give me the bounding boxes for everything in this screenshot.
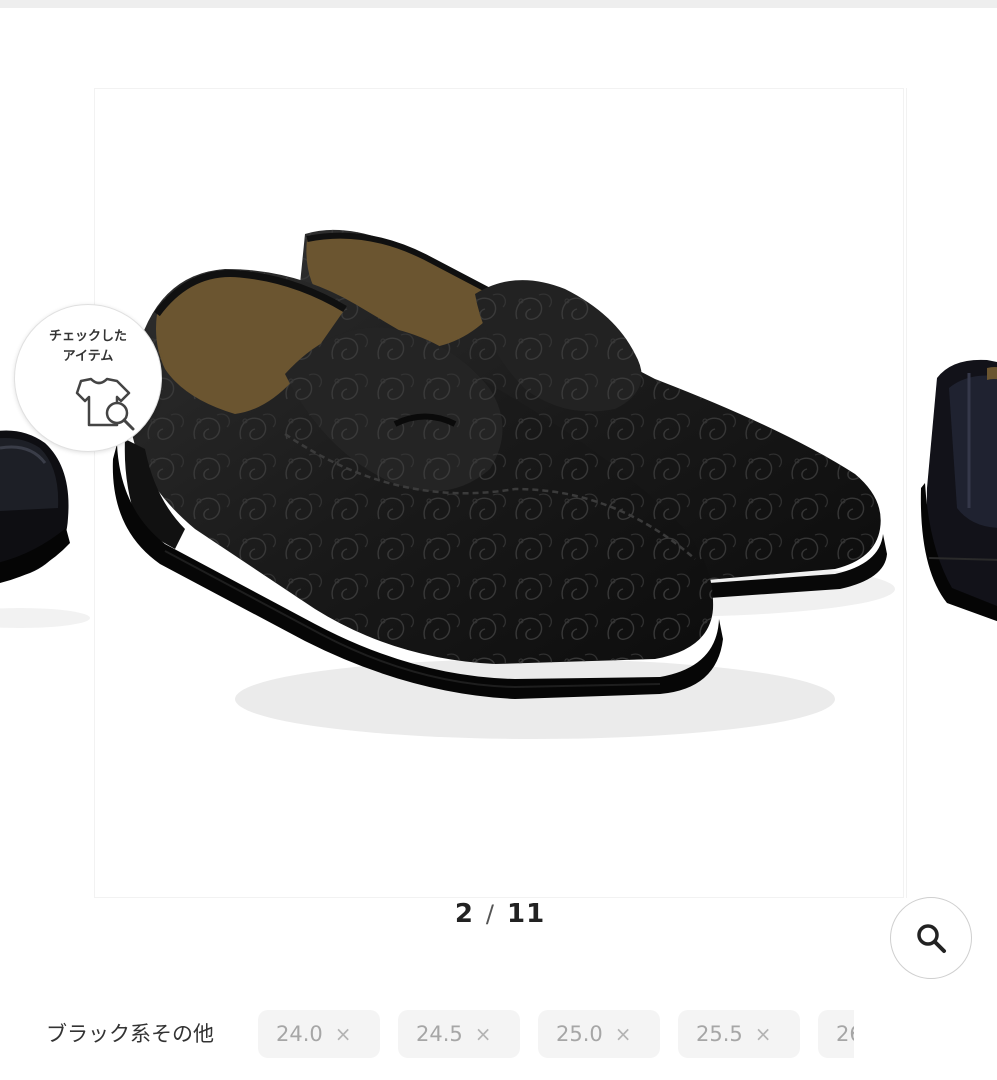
- magnifier-icon: [917, 924, 946, 953]
- size-label: 25.5: [696, 1022, 743, 1046]
- sold-out-mark-icon: ×: [614, 1022, 632, 1046]
- pager-separator: /: [485, 900, 495, 928]
- image-carousel[interactable]: チェックした アイテム: [0, 88, 997, 898]
- carousel-pager: 2 / 11: [420, 892, 580, 936]
- size-label: 26.0: [836, 1022, 854, 1046]
- color-name: ブラック系その他: [46, 1022, 214, 1046]
- tshirt-search-icon: [67, 377, 147, 439]
- checked-items-label: チェックした アイテム: [48, 329, 127, 364]
- size-chip-24-5[interactable]: 24.5 ×: [398, 1010, 520, 1058]
- previous-shoe-image: [0, 430, 90, 628]
- size-label: 24.5: [416, 1022, 463, 1046]
- zoom-button[interactable]: [890, 897, 972, 979]
- size-label: 24.0: [276, 1022, 323, 1046]
- size-chip-24-0[interactable]: 24.0 ×: [258, 1010, 380, 1058]
- size-chip-25-0[interactable]: 25.0 ×: [538, 1010, 660, 1058]
- loafer-image: [112, 229, 895, 739]
- size-chip-26-0[interactable]: 26.0×: [818, 1010, 854, 1058]
- sold-out-mark-icon: ×: [474, 1022, 492, 1046]
- previous-slide[interactable]: [0, 88, 92, 898]
- sold-out-mark-icon: ×: [334, 1022, 352, 1046]
- sold-out-mark-icon: ×: [754, 1022, 772, 1046]
- size-chip-list[interactable]: 24.0 × 24.5 × 25.0 × 25.5 × 26.0×: [258, 1010, 854, 1058]
- next-slide[interactable]: [906, 88, 997, 898]
- current-page: 2: [454, 899, 474, 929]
- checked-items-button[interactable]: チェックした アイテム: [14, 304, 162, 452]
- size-label: 25.0: [556, 1022, 603, 1046]
- product-image-page: チェックした アイテム 2 / 11 ブラック系その他 24.0 × 24.5 …: [0, 0, 997, 1080]
- total-pages: 11: [507, 899, 546, 929]
- top-divider: [0, 0, 997, 8]
- next-shoe-image: [920, 359, 997, 622]
- main-slide[interactable]: チェックした アイテム: [14, 88, 904, 898]
- size-chip-25-5[interactable]: 25.5 ×: [678, 1010, 800, 1058]
